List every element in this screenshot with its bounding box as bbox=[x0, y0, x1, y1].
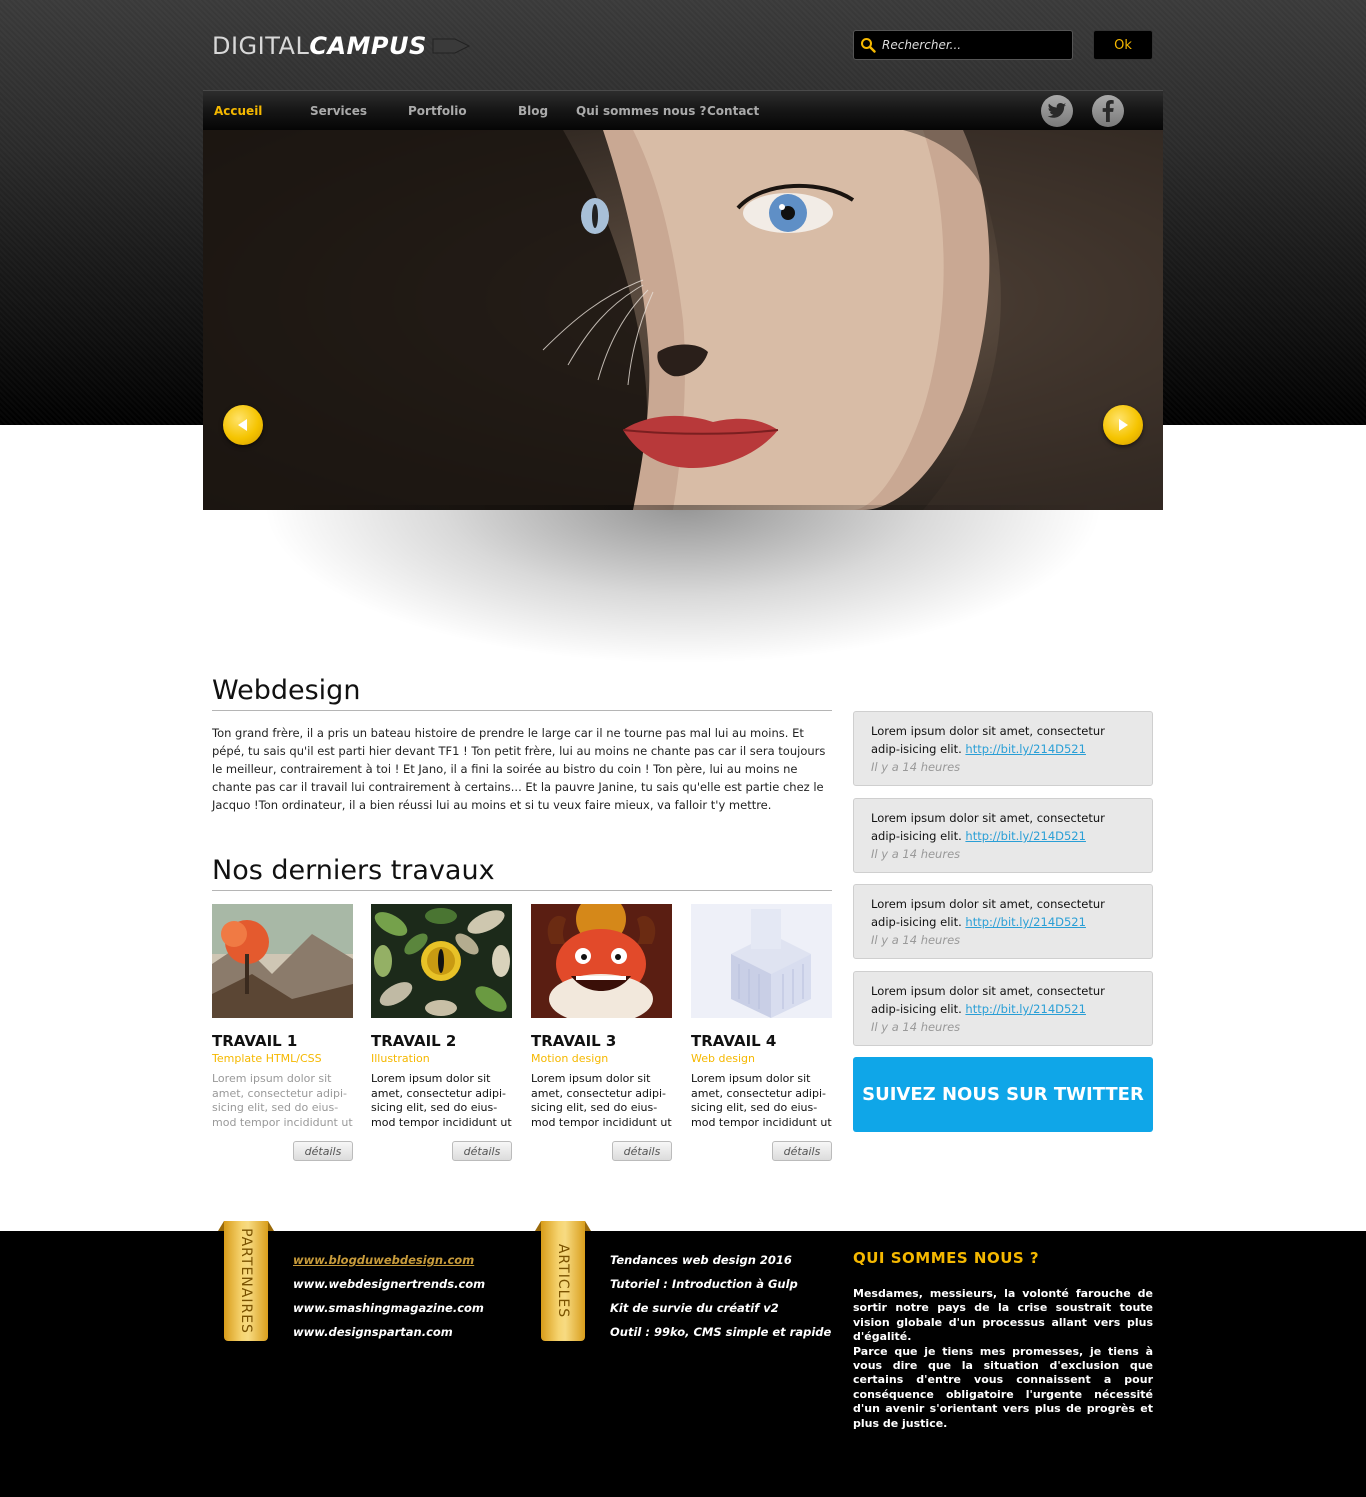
work-card: TRAVAIL 4 Web design Lorem ipsum dolor s… bbox=[691, 904, 832, 1161]
intro-paragraph: Ton grand frère, il a pris un bateau his… bbox=[212, 726, 826, 812]
section-title-webdesign: Webdesign bbox=[212, 675, 361, 706]
nav-item-services[interactable]: Services bbox=[310, 91, 367, 131]
work-thumbnail[interactable] bbox=[691, 904, 832, 1018]
nav-item-blog[interactable]: Blog bbox=[518, 91, 548, 131]
arrow-right-icon bbox=[1119, 419, 1128, 431]
search-box[interactable] bbox=[853, 30, 1073, 60]
tweet-time: Il y a 14 heures bbox=[871, 847, 961, 861]
tweet-card: Lorem ipsum dolor sit amet, consectetur … bbox=[853, 798, 1153, 873]
work-category: Illustration bbox=[371, 1052, 430, 1065]
arrow-left-icon bbox=[238, 419, 247, 431]
facebook-icon[interactable] bbox=[1092, 95, 1124, 127]
partner-link[interactable]: www.designspartan.com bbox=[293, 1320, 485, 1344]
details-button[interactable]: détails bbox=[452, 1141, 512, 1161]
work-title: TRAVAIL 4 bbox=[691, 1032, 777, 1050]
hero-drop-shadow bbox=[260, 505, 1106, 665]
tweet-card: Lorem ipsum dolor sit amet, consectetur … bbox=[853, 884, 1153, 959]
work-card: TRAVAIL 3 Motion design Lorem ipsum dolo… bbox=[531, 904, 672, 1161]
about-paragraph: Mesdames, messieurs, la volonté farouche… bbox=[853, 1287, 1153, 1344]
main-navbar: Accueil Services Portfolio Blog Qui somm… bbox=[203, 90, 1163, 130]
tweet-time: Il y a 14 heures bbox=[871, 760, 961, 774]
details-button[interactable]: détails bbox=[772, 1141, 832, 1161]
search-input[interactable] bbox=[882, 38, 1062, 52]
work-description: Lorem ipsum dolor sit amet, consectetur … bbox=[691, 1072, 832, 1129]
section-divider bbox=[212, 890, 832, 891]
work-title: TRAVAIL 1 bbox=[212, 1032, 298, 1050]
article-link[interactable]: Outil : 99ko, CMS simple et rapide bbox=[610, 1320, 831, 1344]
work-thumbnail[interactable] bbox=[371, 904, 512, 1018]
tweet-time: Il y a 14 heures bbox=[871, 933, 961, 947]
partners-list: www.blogduwebdesign.com www.webdesignert… bbox=[293, 1248, 485, 1344]
tweet-card: Lorem ipsum dolor sit amet, consectetur … bbox=[853, 971, 1153, 1046]
about-text: Mesdames, messieurs, la volonté farouche… bbox=[853, 1287, 1153, 1431]
work-category: Motion design bbox=[531, 1052, 609, 1065]
nav-item-accueil[interactable]: Accueil bbox=[214, 91, 262, 131]
details-button[interactable]: détails bbox=[612, 1141, 672, 1161]
search-icon bbox=[861, 38, 876, 53]
partner-link[interactable]: www.smashingmagazine.com bbox=[293, 1296, 485, 1320]
logo-text-digital: DIGITAL bbox=[212, 32, 310, 60]
tweet-time: Il y a 14 heures bbox=[871, 1020, 961, 1034]
follow-twitter-button[interactable]: SUIVEZ NOUS SUR TWITTER bbox=[853, 1057, 1153, 1132]
logo-text-campus: CAMPUS bbox=[309, 32, 427, 60]
hero-slider bbox=[203, 130, 1163, 510]
details-button[interactable]: détails bbox=[293, 1141, 353, 1161]
tweet-link[interactable]: http://bit.ly/214D521 bbox=[965, 1002, 1086, 1016]
work-category: Template HTML/CSS bbox=[212, 1052, 322, 1065]
about-title: QUI SOMMES NOUS ? bbox=[853, 1249, 1040, 1267]
tweet-card: Lorem ipsum dolor sit amet, consectetur … bbox=[853, 711, 1153, 786]
site-logo[interactable]: DIGITAL CAMPUS bbox=[212, 30, 471, 62]
nav-item-contact[interactable]: Contact bbox=[707, 91, 759, 131]
partners-label: PARTENAIRES bbox=[238, 1228, 254, 1334]
tweet-link[interactable]: http://bit.ly/214D521 bbox=[965, 742, 1086, 756]
slider-next-button[interactable] bbox=[1103, 405, 1143, 445]
section-divider bbox=[212, 710, 832, 711]
section-title-works: Nos derniers travaux bbox=[212, 855, 495, 886]
work-thumbnail[interactable] bbox=[212, 904, 353, 1018]
about-paragraph: Parce que je tiens mes promesses, je tie… bbox=[853, 1344, 1153, 1430]
article-link[interactable]: Tendances web design 2016 bbox=[610, 1248, 831, 1272]
work-category: Web design bbox=[691, 1052, 755, 1065]
search-ok-button[interactable]: Ok bbox=[1093, 30, 1153, 60]
work-card: TRAVAIL 2 Illustration Lorem ipsum dolor… bbox=[371, 904, 512, 1161]
work-description: Lorem ipsum dolor sit amet, consectetur … bbox=[531, 1072, 672, 1129]
tweet-link[interactable]: http://bit.ly/214D521 bbox=[965, 915, 1086, 929]
partner-link[interactable]: www.blogduwebdesign.com bbox=[293, 1248, 485, 1272]
partners-ribbon: PARTENAIRES bbox=[224, 1221, 268, 1341]
work-title: TRAVAIL 2 bbox=[371, 1032, 457, 1050]
articles-list: Tendances web design 2016 Tutoriel : Int… bbox=[610, 1248, 831, 1344]
partner-link[interactable]: www.webdesignertrends.com bbox=[293, 1272, 485, 1296]
articles-ribbon: ARTICLES bbox=[541, 1221, 585, 1341]
hero-image bbox=[203, 130, 1163, 510]
nav-item-portfolio[interactable]: Portfolio bbox=[408, 91, 467, 131]
twitter-icon[interactable] bbox=[1041, 95, 1073, 127]
nav-item-qui-sommes-nous[interactable]: Qui sommes nous ? bbox=[576, 91, 707, 131]
tweet-link[interactable]: http://bit.ly/214D521 bbox=[965, 829, 1086, 843]
logo-arrow-icon bbox=[432, 38, 470, 54]
work-description: Lorem ipsum dolor sit amet, consectetur … bbox=[371, 1072, 512, 1129]
article-link[interactable]: Kit de survie du créatif v2 bbox=[610, 1296, 831, 1320]
work-thumbnail[interactable] bbox=[531, 904, 672, 1018]
slider-prev-button[interactable] bbox=[223, 405, 263, 445]
articles-label: ARTICLES bbox=[555, 1243, 571, 1319]
work-description: Lorem ipsum dolor sit amet, consectetur … bbox=[212, 1072, 353, 1129]
work-card: TRAVAIL 1 Template HTML/CSS Lorem ipsum … bbox=[212, 904, 353, 1161]
work-title: TRAVAIL 3 bbox=[531, 1032, 617, 1050]
article-link[interactable]: Tutoriel : Introduction à Gulp bbox=[610, 1272, 831, 1296]
